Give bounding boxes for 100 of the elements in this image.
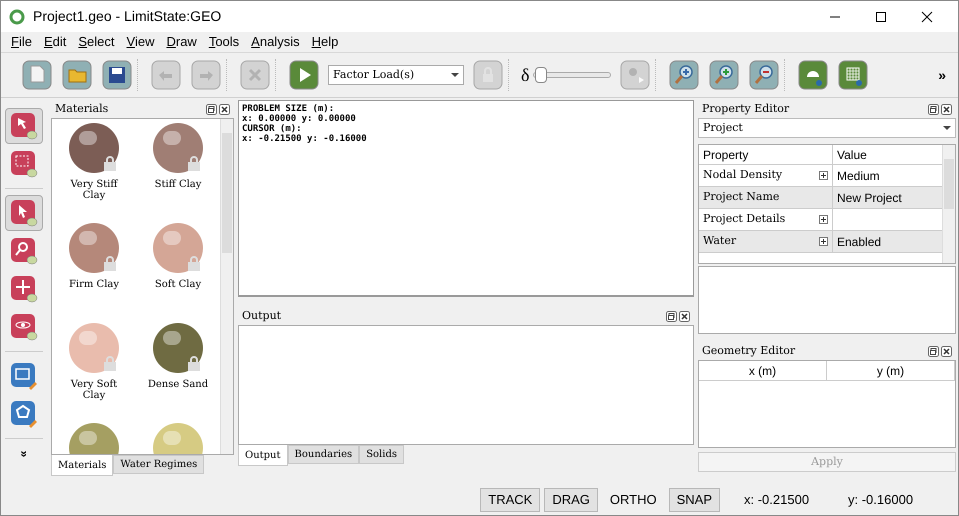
tool-button[interactable]	[5, 195, 43, 231]
panel-tab[interactable]: Solids	[359, 445, 404, 464]
toolbar-button[interactable]	[748, 59, 780, 91]
select-box-tool-icon	[9, 149, 39, 179]
more-tools-button[interactable]: »	[15, 450, 33, 458]
menu-item[interactable]: Tools	[202, 32, 246, 52]
property-name: Project Name	[703, 189, 780, 206]
material-label: Firm Clay	[68, 279, 120, 290]
float-icon[interactable]	[928, 346, 939, 356]
panel-title: Materials	[55, 100, 108, 117]
float-icon[interactable]	[206, 104, 217, 114]
panel-tab[interactable]: Materials	[51, 455, 114, 476]
view-grid-icon	[838, 60, 868, 90]
window-title: Project1.geo - LimitState:GEO	[33, 7, 222, 26]
menu-item[interactable]: Analysis	[245, 32, 306, 52]
float-icon[interactable]	[928, 104, 939, 114]
new-icon	[22, 60, 52, 90]
app-logo-icon	[9, 8, 25, 24]
column-header: y (m)	[827, 361, 955, 380]
material-swatch[interactable]	[153, 123, 203, 173]
material-label: Very Stiff Clay	[69, 179, 120, 201]
expand-icon[interactable]	[819, 215, 828, 224]
arrow-tool-icon	[9, 198, 39, 228]
factor-select[interactable]: Factor Load(s)	[328, 65, 464, 85]
menu-item[interactable]: File	[5, 32, 38, 52]
material-swatch[interactable]	[69, 223, 119, 273]
material-label: Dense Sand	[146, 379, 210, 390]
close-icon	[921, 10, 933, 22]
lock-icon	[187, 355, 201, 371]
cursor-y: y: -0.16000	[848, 490, 914, 509]
mode-toggle[interactable]: ORTHO	[602, 488, 665, 512]
column-header: x (m)	[699, 361, 827, 380]
material-swatch[interactable]	[153, 323, 203, 373]
lock-icon	[473, 60, 503, 90]
material-label: Stiff Clay	[154, 179, 202, 190]
lock-icon	[103, 255, 117, 271]
panel-title: Output	[242, 308, 282, 324]
draw-rect-tool-icon	[9, 361, 39, 391]
toolbar-button[interactable]	[61, 59, 93, 91]
mode-toggle[interactable]: SNAP	[668, 488, 720, 512]
menu-item[interactable]: Draw	[160, 32, 203, 52]
scrollbar[interactable]	[942, 145, 955, 263]
menu-item[interactable]: Edit	[38, 32, 72, 52]
close-icon[interactable]	[941, 346, 952, 356]
scrollbar[interactable]	[220, 119, 233, 454]
redo-icon	[191, 60, 221, 90]
viewport-info-text: CURSOR (m):	[242, 124, 303, 134]
panel-tab[interactable]: Output	[238, 445, 288, 466]
slider-thumb[interactable]	[535, 67, 548, 83]
close-icon[interactable]	[941, 104, 952, 114]
magnifier-icon	[669, 60, 700, 90]
mode-toggle[interactable]: DRAG	[544, 488, 598, 512]
toolbar-button[interactable]	[288, 59, 320, 91]
play-icon	[289, 60, 319, 90]
menu-item[interactable]: Help	[306, 32, 344, 52]
toolbar-button[interactable]	[837, 59, 870, 91]
material-swatch[interactable]	[69, 323, 119, 373]
property-name: Project Details	[703, 211, 786, 228]
material-swatch[interactable]	[69, 123, 119, 173]
overflow-button[interactable]: »	[938, 64, 950, 86]
delta-symbol: δ	[521, 64, 530, 86]
lock-icon	[103, 155, 117, 171]
rotate-tool-icon	[9, 312, 39, 342]
close-icon[interactable]	[679, 310, 690, 322]
magnifier-icon	[709, 60, 740, 90]
property-name: Water	[703, 233, 736, 250]
mode-toggle[interactable]: TRACK	[480, 488, 540, 512]
menu-item[interactable]: View	[120, 32, 160, 52]
toolbar-button[interactable]	[797, 59, 830, 91]
cursor-x: x: -0.21500	[744, 490, 810, 509]
lock-icon	[187, 255, 201, 271]
slider[interactable]	[533, 67, 612, 83]
panel-tab[interactable]: Water Regimes	[113, 455, 204, 474]
property-value[interactable]: Medium	[833, 165, 884, 186]
material-swatch[interactable]	[153, 223, 203, 273]
toolbar-button[interactable]	[708, 59, 740, 91]
property-value[interactable]: Enabled	[833, 231, 886, 252]
viewport-info-text: PROBLEM SIZE (m):	[242, 104, 336, 114]
expand-icon[interactable]	[819, 237, 828, 246]
property-value[interactable]: New Project	[833, 187, 906, 208]
panel-title: Property Editor	[702, 100, 790, 117]
lock-icon	[103, 355, 117, 371]
material-label: Soft Clay	[154, 279, 202, 290]
tool-button[interactable]	[5, 108, 43, 144]
toolbar-button[interactable]	[101, 59, 133, 91]
panel-tab[interactable]: Boundaries	[288, 445, 360, 464]
delete-icon	[240, 60, 270, 90]
object-select[interactable]: Project	[698, 118, 956, 138]
pointer-tool-icon	[9, 111, 39, 141]
float-icon[interactable]	[666, 310, 677, 322]
expand-icon[interactable]	[819, 171, 828, 180]
panel-title: Geometry Editor	[702, 342, 796, 359]
magnifier-icon	[749, 60, 780, 90]
close-icon[interactable]	[219, 104, 230, 114]
viewport-info-text: x: -0.21500 y: -0.16000	[242, 134, 368, 144]
menu-item[interactable]: Select	[72, 32, 121, 52]
canvas-viewport[interactable]: PROBLEM SIZE (m): x: 0.00000 y: 0.00000 CURSOR (m): x: -0.21500 y: -0.16000	[238, 100, 694, 297]
lock-icon	[187, 155, 201, 171]
draw-poly-tool-icon	[9, 399, 39, 429]
toolbar-button[interactable]	[668, 59, 700, 91]
